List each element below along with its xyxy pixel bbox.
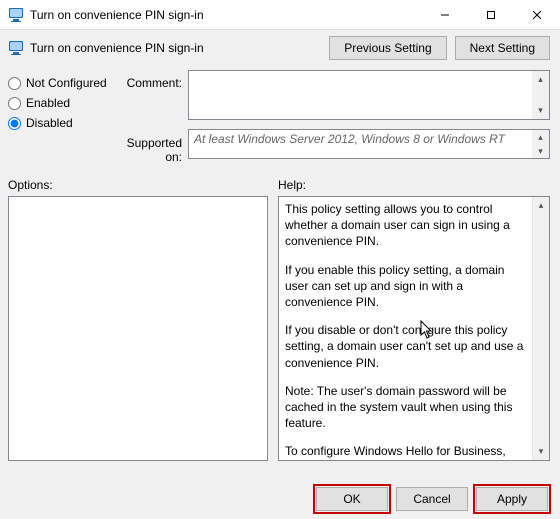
state-radio-group: Not Configured Enabled Disabled [8, 70, 116, 164]
help-panel: This policy setting allows you to contro… [278, 196, 550, 461]
help-text: If you enable this policy setting, a dom… [285, 262, 526, 311]
next-setting-button[interactable]: Next Setting [455, 36, 550, 60]
close-button[interactable] [514, 0, 560, 30]
radio-disabled[interactable]: Disabled [8, 116, 116, 130]
policy-icon [8, 7, 24, 23]
radio-label: Not Configured [26, 76, 107, 90]
comment-text[interactable] [189, 71, 532, 119]
cancel-button[interactable]: Cancel [396, 487, 468, 511]
help-text: Note: The user's domain password will be… [285, 383, 526, 432]
radio-not-configured-input[interactable] [8, 77, 21, 90]
comment-field[interactable]: ▴ ▾ [188, 70, 550, 120]
titlebar: Turn on convenience PIN sign-in [0, 0, 560, 30]
radio-not-configured[interactable]: Not Configured [8, 76, 116, 90]
header-row: Turn on convenience PIN sign-in Previous… [0, 30, 560, 66]
scrollbar[interactable]: ▴ ▾ [532, 130, 549, 158]
scroll-down-icon[interactable]: ▾ [532, 102, 549, 119]
help-text: This policy setting allows you to contro… [285, 201, 526, 250]
scroll-up-icon[interactable]: ▴ [532, 130, 549, 144]
supported-text: At least Windows Server 2012, Windows 8 … [189, 130, 532, 158]
scrollbar[interactable]: ▴ ▾ [532, 71, 549, 119]
previous-setting-button[interactable]: Previous Setting [329, 36, 446, 60]
radio-disabled-input[interactable] [8, 117, 21, 130]
scroll-up-icon[interactable]: ▴ [533, 197, 549, 214]
ok-button[interactable]: OK [316, 487, 388, 511]
scroll-up-icon[interactable]: ▴ [532, 71, 549, 88]
scrollbar[interactable]: ▴ ▾ [532, 197, 549, 460]
supported-field: At least Windows Server 2012, Windows 8 … [188, 129, 550, 159]
scroll-down-icon[interactable]: ▾ [533, 443, 549, 460]
help-text: If you disable or don't configure this p… [285, 322, 526, 371]
radio-enabled[interactable]: Enabled [8, 96, 116, 110]
minimize-button[interactable] [422, 0, 468, 30]
supported-label: Supported on: [116, 126, 188, 164]
help-content: This policy setting allows you to contro… [279, 197, 532, 460]
radio-label: Disabled [26, 116, 73, 130]
apply-button[interactable]: Apply [476, 487, 548, 511]
radio-enabled-input[interactable] [8, 97, 21, 110]
comment-label: Comment: [116, 70, 188, 126]
options-label: Options: [8, 178, 278, 192]
scroll-down-icon[interactable]: ▾ [532, 144, 549, 158]
radio-label: Enabled [26, 96, 70, 110]
help-text: To configure Windows Hello for Business,… [285, 443, 526, 460]
dialog-footer: OK Cancel Apply [316, 487, 548, 511]
maximize-button[interactable] [468, 0, 514, 30]
policy-icon [8, 40, 24, 56]
policy-name: Turn on convenience PIN sign-in [30, 41, 329, 55]
window-title: Turn on convenience PIN sign-in [30, 8, 422, 22]
help-label: Help: [278, 178, 306, 192]
options-panel [8, 196, 268, 461]
